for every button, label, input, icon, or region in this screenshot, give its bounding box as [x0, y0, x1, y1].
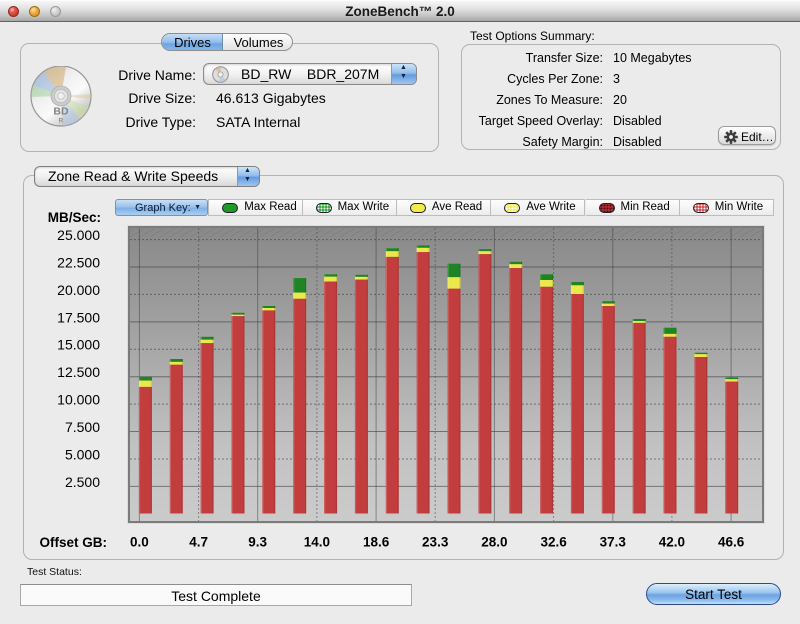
svg-text:14.0: 14.0 — [304, 535, 330, 550]
svg-text:17.500: 17.500 — [57, 309, 100, 325]
svg-text:0.0: 0.0 — [130, 535, 149, 550]
svg-text:25.000: 25.000 — [57, 227, 100, 243]
svg-text:2.500: 2.500 — [65, 474, 100, 490]
svg-text:9.3: 9.3 — [248, 535, 267, 550]
svg-text:4.7: 4.7 — [189, 535, 208, 550]
svg-text:Offset GB:: Offset GB: — [40, 535, 108, 550]
svg-text:23.3: 23.3 — [422, 535, 449, 550]
svg-text:10.000: 10.000 — [57, 392, 100, 408]
svg-text:28.0: 28.0 — [481, 535, 507, 550]
svg-text:37.3: 37.3 — [600, 535, 627, 550]
svg-text:18.6: 18.6 — [363, 535, 390, 550]
svg-text:46.6: 46.6 — [718, 535, 745, 550]
svg-text:7.500: 7.500 — [65, 419, 100, 435]
svg-text:42.0: 42.0 — [659, 535, 685, 550]
svg-text:32.6: 32.6 — [540, 535, 567, 550]
svg-text:20.000: 20.000 — [57, 282, 100, 298]
svg-text:22.500: 22.500 — [57, 254, 100, 270]
svg-text:MB/Sec:: MB/Sec: — [48, 210, 101, 225]
svg-text:15.000: 15.000 — [57, 337, 100, 353]
svg-text:12.500: 12.500 — [57, 364, 100, 380]
svg-text:5.000: 5.000 — [65, 446, 100, 462]
